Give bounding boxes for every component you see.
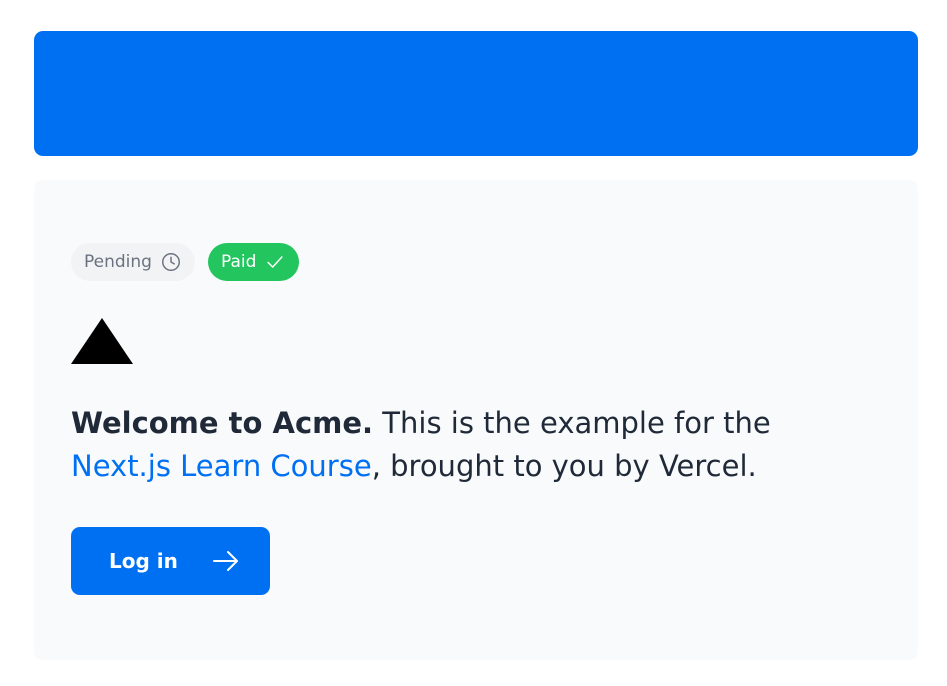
login-button[interactable]: Log in — [71, 527, 270, 595]
welcome-text-before-link: This is the example for the — [373, 406, 771, 440]
status-badges: Pending Paid — [71, 243, 300, 281]
check-icon — [264, 251, 286, 273]
clock-icon — [160, 251, 182, 273]
welcome-text: Welcome to Acme. This is the example for… — [71, 402, 851, 488]
status-badge-pending-label: Pending — [84, 252, 152, 272]
welcome-bold: Welcome to Acme. — [71, 406, 374, 440]
nextjs-learn-link[interactable]: Next.js Learn Course — [71, 449, 372, 483]
status-badge-pending: Pending — [71, 243, 195, 281]
status-badge-paid: Paid — [207, 243, 300, 281]
triangle-logo-icon — [71, 318, 133, 368]
welcome-card: Pending Paid Welcome to Acme. This is th… — [34, 180, 918, 660]
arrow-right-icon — [212, 549, 240, 573]
status-badge-paid-label: Paid — [220, 252, 257, 272]
login-button-label: Log in — [109, 549, 178, 573]
welcome-text-after-link: , brought to you by Vercel. — [371, 449, 757, 483]
header-banner — [34, 31, 918, 156]
